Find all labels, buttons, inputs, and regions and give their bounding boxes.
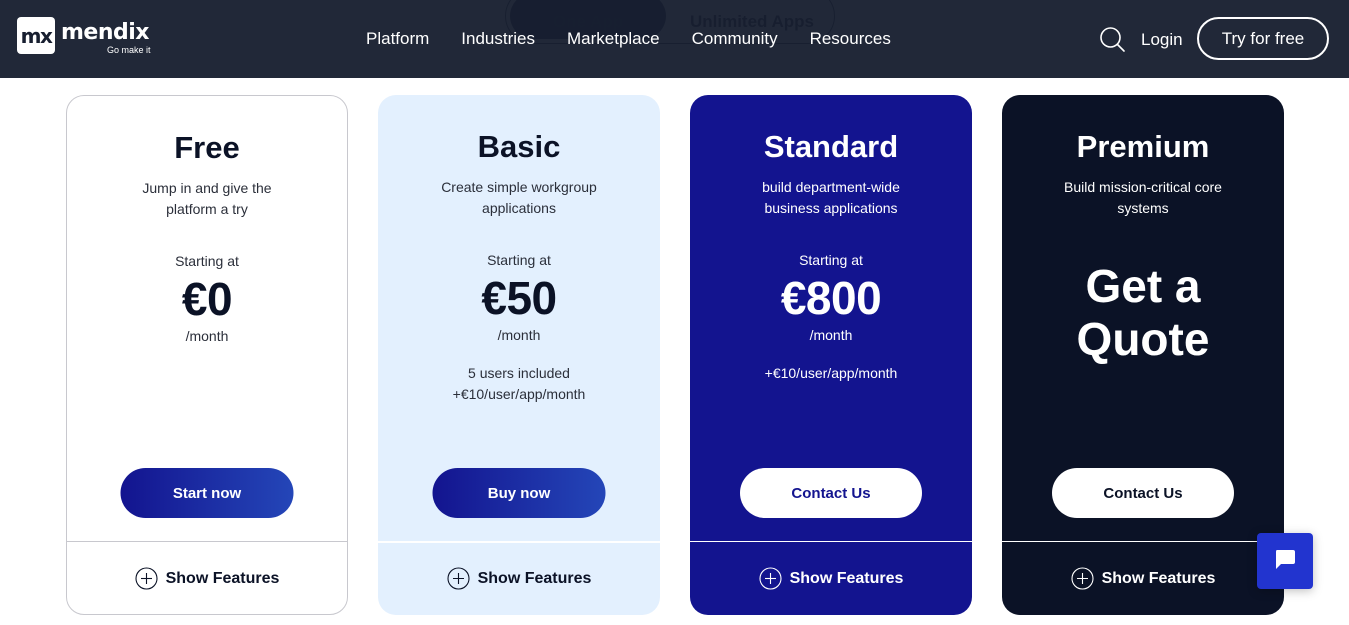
contact-us-button[interactable]: Contact Us [1052, 468, 1234, 518]
plan-card-basic: Basic Create simple workgroup applicatio… [378, 95, 660, 615]
show-features-toggle[interactable]: Show Features [378, 567, 660, 590]
plan-description: build department-wide business applicati… [762, 179, 900, 216]
plus-circle-icon [759, 567, 782, 590]
logo-mark: mx [17, 17, 55, 54]
price-period: /month [497, 327, 541, 343]
plan-title: Premium [1076, 129, 1210, 164]
plan-title: Free [174, 130, 240, 165]
starting-at-label: Starting at [799, 252, 863, 268]
nav-industries[interactable]: Industries [461, 29, 535, 49]
show-features-label: Show Features [477, 569, 592, 587]
buy-now-button[interactable]: Buy now [432, 468, 606, 518]
nav-marketplace[interactable]: Marketplace [567, 29, 660, 49]
card-divider [67, 541, 347, 542]
plus-circle-icon [135, 567, 158, 590]
plus-circle-icon [1071, 567, 1094, 590]
card-divider [690, 541, 972, 542]
plan-price: €0 [181, 273, 233, 325]
card-divider [1002, 541, 1284, 542]
logo-wordmark: mendix [61, 20, 150, 45]
plan-title: Basic [477, 129, 561, 164]
get-a-quote-heading: Get a Quote [1076, 260, 1210, 365]
show-features-toggle[interactable]: Show Features [67, 567, 347, 590]
plan-price: €50 [481, 272, 557, 324]
card-divider [378, 541, 660, 543]
start-now-button[interactable]: Start now [120, 468, 294, 518]
nav-platform[interactable]: Platform [366, 29, 429, 49]
show-features-label: Show Features [165, 569, 280, 587]
chat-bubble-icon [1273, 547, 1297, 576]
plan-card-free: Free Jump in and give the platform a try… [66, 95, 348, 615]
users-included: 5 users included [468, 365, 570, 381]
per-user-price: +€10/user/app/month [764, 365, 898, 381]
per-user-price: +€10/user/app/month [452, 386, 586, 402]
plan-extra-info: 5 users included +€10/user/app/month [378, 363, 660, 405]
show-features-label: Show Features [789, 569, 904, 587]
site-header: mx mendix Go make it Platform Industries… [0, 0, 1349, 78]
try-for-free-button[interactable]: Try for free [1197, 17, 1329, 60]
price-period: /month [185, 328, 229, 344]
show-features-label: Show Features [1101, 569, 1216, 587]
show-features-toggle[interactable]: Show Features [690, 567, 972, 590]
plan-description: Build mission-critical core systems [1064, 179, 1222, 216]
plan-description: Jump in and give the platform a try [142, 180, 272, 217]
contact-us-button[interactable]: Contact Us [740, 468, 922, 518]
nav-resources[interactable]: Resources [810, 29, 891, 49]
plan-extra-info: +€10/user/app/month [690, 363, 972, 384]
plan-description: Create simple workgroup applications [441, 179, 597, 216]
plan-card-standard: Standard build department-wide business … [690, 95, 972, 615]
nav-community[interactable]: Community [692, 29, 778, 49]
show-features-toggle[interactable]: Show Features [1002, 567, 1284, 590]
starting-at-label: Starting at [487, 252, 551, 268]
plan-price: €800 [780, 272, 882, 324]
plan-title: Standard [763, 129, 899, 164]
chat-widget-button[interactable] [1257, 533, 1313, 589]
plus-circle-icon [447, 567, 470, 590]
login-link[interactable]: Login [1141, 30, 1183, 50]
search-icon[interactable] [1099, 26, 1127, 54]
price-period: /month [809, 327, 853, 343]
logo-tagline: Go make it [107, 45, 151, 55]
main-nav: Platform Industries Marketplace Communit… [366, 29, 891, 49]
plan-card-premium: Premium Build mission-critical core syst… [1002, 95, 1284, 615]
mendix-logo[interactable]: mx mendix Go make it [17, 17, 171, 55]
starting-at-label: Starting at [175, 253, 239, 269]
